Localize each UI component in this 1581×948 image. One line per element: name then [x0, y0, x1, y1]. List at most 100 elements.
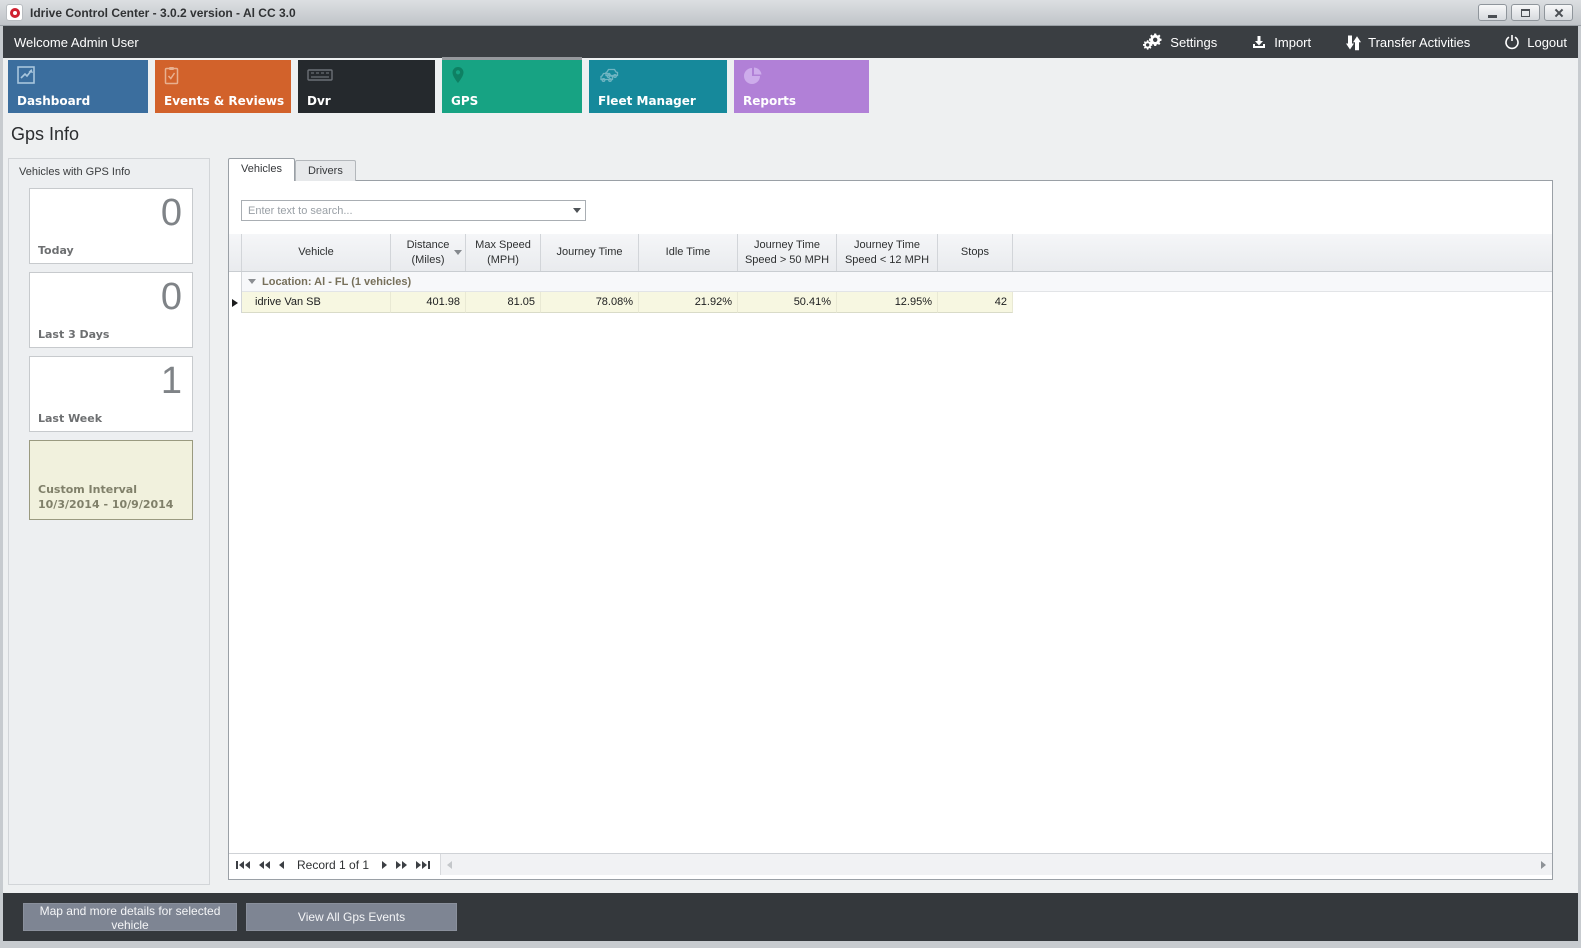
card-label: Today — [38, 244, 74, 257]
search-combobox[interactable] — [241, 200, 586, 221]
clipboard-check-icon — [164, 66, 180, 91]
grid-header-row: Vehicle Distance (Miles) Max Speed (MPH)… — [229, 234, 1552, 272]
nav-tile-label: Reports — [743, 94, 796, 108]
card-label: Custom Interval 10/3/2014 - 10/9/2014 — [38, 483, 173, 513]
transfer-activities-button[interactable]: Transfer Activities — [1345, 34, 1470, 51]
gears-icon — [1141, 33, 1163, 51]
close-button[interactable] — [1544, 4, 1573, 21]
pager-fast-prev-button[interactable] — [259, 861, 270, 869]
view-all-gps-events-button[interactable]: View All Gps Events — [246, 903, 457, 931]
horizontal-scrollbar[interactable] — [440, 854, 1552, 875]
transfer-activities-label: Transfer Activities — [1368, 35, 1470, 50]
vehicles-tab-panel: Vehicle Distance (Miles) Max Speed (MPH)… — [228, 180, 1553, 880]
app-toolbar: Welcome Admin User Settings Import — [0, 26, 1581, 58]
record-pager: Record 1 of 1 — [229, 854, 440, 875]
column-header-filler — [1013, 234, 1552, 271]
column-header-journey-under-12[interactable]: Journey Time Speed < 12 MPH — [837, 234, 938, 271]
chart-icon — [17, 66, 37, 91]
import-button[interactable]: Import — [1251, 34, 1311, 50]
cell-max-speed: 81.05 — [466, 292, 541, 313]
window-title: Idrive Control Center - 3.0.2 version - … — [30, 6, 296, 20]
nav-tile-label: Dvr — [307, 94, 331, 108]
column-header-journey-time[interactable]: Journey Time — [541, 234, 639, 271]
group-row-location: Location: Al - FL (1 vehicles) — [229, 272, 1552, 292]
dvr-device-icon — [307, 66, 333, 89]
settings-label: Settings — [1170, 35, 1217, 50]
sort-desc-icon — [454, 250, 462, 255]
column-header-idle-time[interactable]: Idle Time — [639, 234, 738, 271]
custom-interval-title: Custom Interval — [38, 483, 173, 498]
window-border-bottom — [0, 941, 1581, 948]
nav-tile-label: GPS — [451, 94, 478, 108]
nav-tile-events-reviews[interactable]: Events & Reviews — [155, 60, 291, 113]
vehicles-icon — [598, 66, 624, 89]
power-icon — [1504, 34, 1520, 50]
column-header-max-speed[interactable]: Max Speed (MPH) — [466, 234, 541, 271]
nav-tile-label: Fleet Manager — [598, 94, 696, 108]
search-input[interactable] — [242, 205, 569, 217]
card-custom-interval[interactable]: Custom Interval 10/3/2014 - 10/9/2014 — [29, 440, 193, 520]
nav-tile-reports[interactable]: Reports — [734, 60, 869, 113]
pie-chart-icon — [743, 66, 763, 91]
pager-first-button[interactable] — [236, 861, 250, 869]
nav-tile-dvr[interactable]: Dvr — [298, 60, 435, 113]
scroll-left-icon[interactable] — [447, 861, 452, 869]
nav-tile-gps[interactable]: GPS — [442, 60, 582, 113]
minimize-button[interactable] — [1478, 4, 1507, 21]
nav-tile-dashboard[interactable]: Dashboard — [8, 60, 148, 113]
collapse-arrow-icon[interactable] — [248, 279, 256, 284]
tab-drivers[interactable]: Drivers — [295, 160, 356, 181]
cell-idle-time: 21.92% — [639, 292, 738, 313]
pager-status: Record 1 of 1 — [293, 858, 373, 872]
cell-vehicle: idrive Van SB — [242, 292, 391, 313]
import-icon — [1251, 34, 1267, 50]
group-row-label: Location: Al - FL (1 vehicles) — [262, 276, 411, 288]
card-last-3-days[interactable]: 0 Last 3 Days — [29, 272, 193, 348]
close-icon — [1554, 8, 1564, 18]
import-label: Import — [1274, 35, 1311, 50]
sidebar-gps-summary: Vehicles with GPS Info 0 Today 0 Last 3 … — [8, 158, 210, 885]
grid-empty-area — [229, 313, 1552, 853]
app-logo-icon — [6, 4, 23, 21]
window-border-left — [0, 26, 3, 948]
column-header-stops[interactable]: Stops — [938, 234, 1013, 271]
tab-vehicles[interactable]: Vehicles — [228, 158, 295, 181]
pager-last-button[interactable] — [416, 861, 430, 869]
card-today[interactable]: 0 Today — [29, 188, 193, 264]
card-last-week[interactable]: 1 Last Week — [29, 356, 193, 432]
footer-bar: Map and more details for selected vehicl… — [0, 893, 1581, 941]
cell-journey-under-12: 12.95% — [837, 292, 938, 313]
dropdown-arrow-icon[interactable] — [569, 208, 585, 213]
vehicles-grid: Vehicle Distance (Miles) Max Speed (MPH)… — [229, 234, 1552, 875]
sidebar-header: Vehicles with GPS Info — [9, 159, 209, 188]
nav-tile-fleet-manager[interactable]: Fleet Manager — [589, 60, 727, 113]
logout-label: Logout — [1527, 35, 1567, 50]
pager-prev-button[interactable] — [279, 861, 284, 869]
card-label: Last Week — [38, 412, 102, 425]
pager-next-button[interactable] — [382, 861, 387, 869]
vehicle-row[interactable]: idrive Van SB 401.98 81.05 78.08% 21.92%… — [229, 292, 1552, 313]
cell-distance: 401.98 — [391, 292, 466, 313]
pager-fast-next-button[interactable] — [396, 861, 407, 869]
cell-stops: 42 — [938, 292, 1013, 313]
card-label: Last 3 Days — [38, 328, 109, 341]
cell-journey-time: 78.08% — [541, 292, 639, 313]
card-value: 0 — [161, 277, 182, 319]
maximize-button[interactable] — [1511, 4, 1540, 21]
group-row-content[interactable]: Location: Al - FL (1 vehicles) — [242, 272, 1552, 292]
map-details-button[interactable]: Map and more details for selected vehicl… — [23, 903, 237, 931]
window-controls — [1478, 4, 1575, 21]
settings-button[interactable]: Settings — [1141, 33, 1217, 51]
custom-interval-dates: 10/3/2014 - 10/9/2014 — [38, 498, 173, 513]
page-title: Gps Info — [11, 124, 79, 145]
transfer-arrows-icon — [1345, 34, 1361, 51]
column-header-distance[interactable]: Distance (Miles) — [391, 234, 466, 271]
column-header-journey-over-50[interactable]: Journey Time Speed > 50 MPH — [738, 234, 837, 271]
nav-tiles: Dashboard Events & Reviews Dvr — [0, 58, 1581, 116]
column-header-vehicle[interactable]: Vehicle — [242, 234, 391, 271]
nav-tile-label: Events & Reviews — [164, 94, 284, 108]
logout-button[interactable]: Logout — [1504, 34, 1567, 50]
scroll-right-icon[interactable] — [1541, 861, 1546, 869]
row-gutter — [229, 272, 242, 292]
minimize-icon — [1488, 15, 1497, 18]
